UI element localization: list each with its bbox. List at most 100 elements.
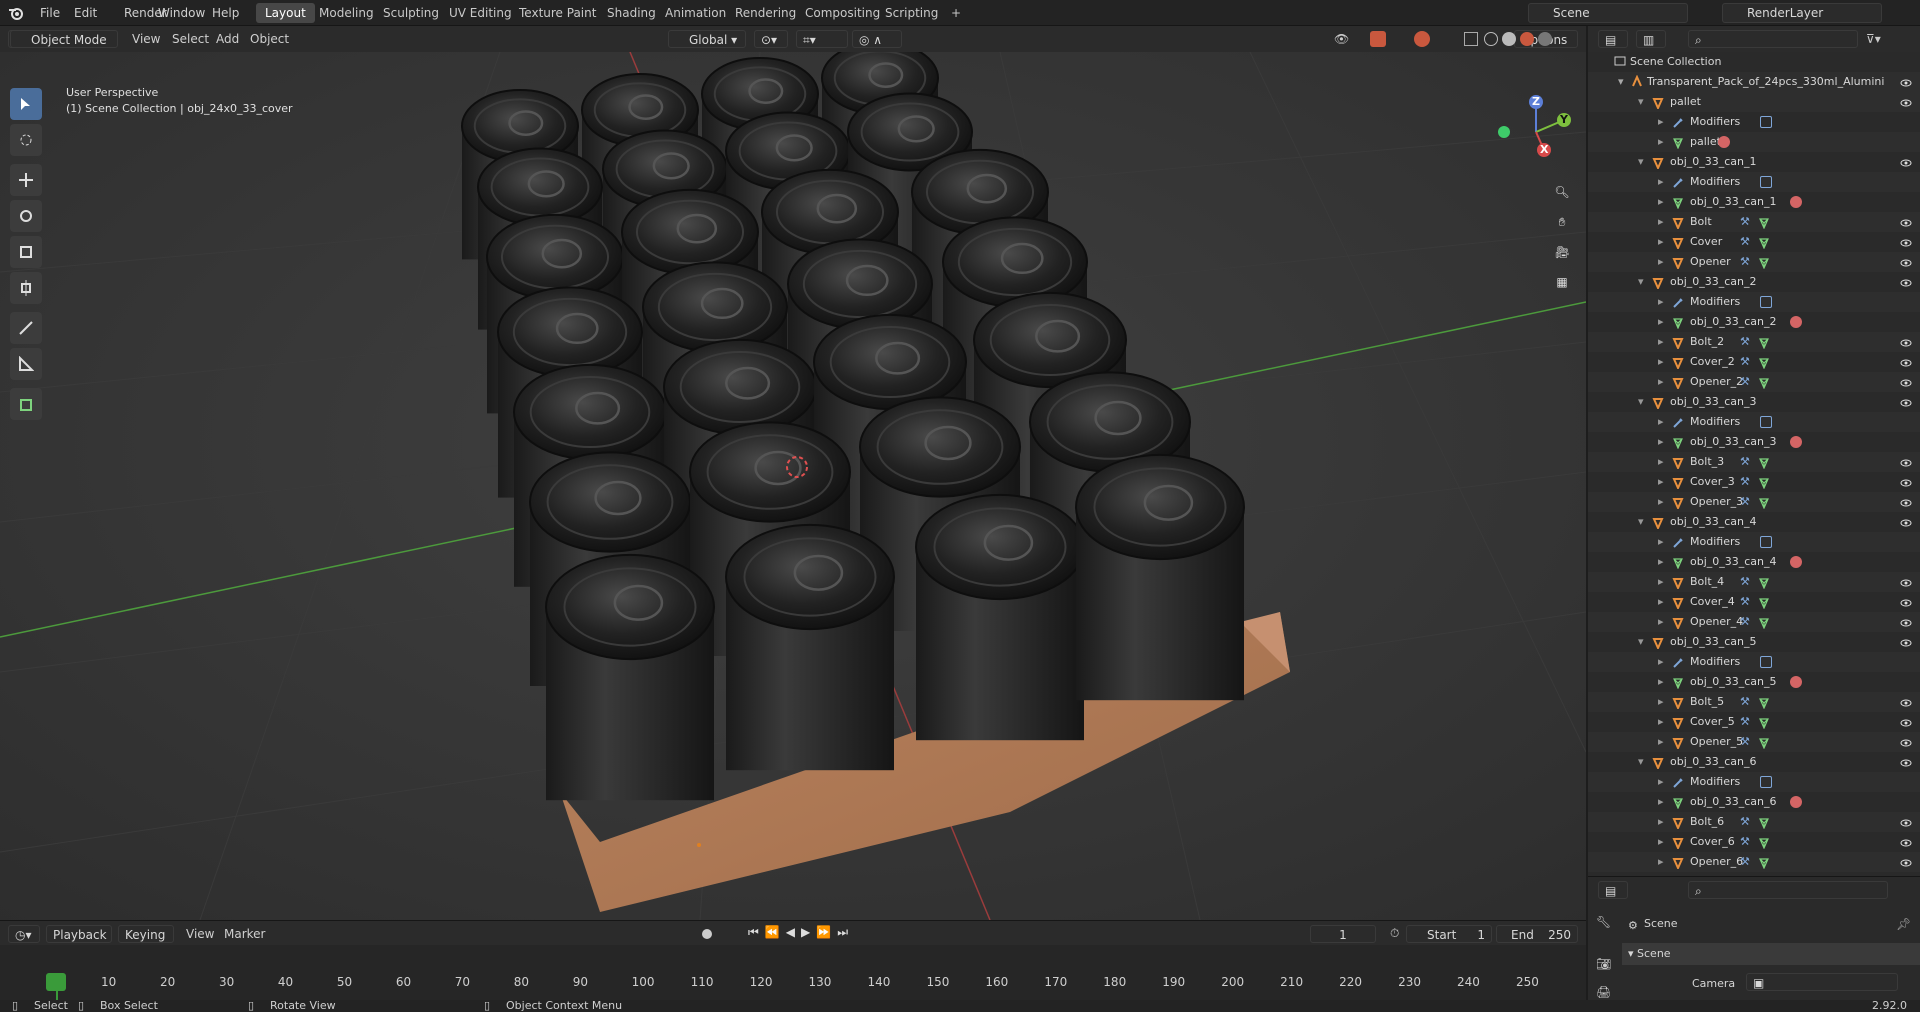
eye-icon[interactable] [1900,456,1912,468]
outliner-row[interactable]: ▸ Bolt_2 ⚒︎ [1588,332,1920,352]
outliner-row[interactable]: ▸ Modifiers [1588,412,1920,432]
outliner-row[interactable]: ▸ obj_0_33_can_2 [1588,312,1920,332]
transform-orientation-dropdown[interactable]: Global ▾ [668,30,746,48]
expand-arrow-icon[interactable]: ▸ [1658,812,1664,832]
eye-icon[interactable] [1900,216,1912,228]
prev-key-icon[interactable]: ⏪ [765,925,786,939]
timeline-ruler[interactable]: 1102030405060708090100110120130140150160… [0,945,1586,1003]
add-menu[interactable]: Add [210,30,245,48]
expand-arrow-icon[interactable]: ▸ [1658,552,1664,572]
expand-arrow-icon[interactable]: ▸ [1658,292,1664,312]
eye-icon[interactable] [1900,856,1912,868]
expand-arrow-icon[interactable]: ▸ [1658,832,1664,852]
play-icon[interactable]: ▶ [801,925,816,939]
outliner-row[interactable]: ▸ Bolt_3 ⚒︎ [1588,452,1920,472]
outliner-row[interactable]: ▸ Cover_2 ⚒︎ [1588,352,1920,372]
shading-rendered-icon[interactable] [1538,32,1552,46]
view-layer-selector[interactable]: RenderLayer [1722,3,1882,23]
eye-icon[interactable] [1900,376,1912,388]
eye-icon[interactable] [1900,596,1912,608]
navigation-gizmo[interactable]: Z Y X [1496,92,1576,172]
pin-icon[interactable]: 📌︎ [1896,917,1911,931]
outliner-row[interactable]: ▸ Cover_4 ⚒︎ [1588,592,1920,612]
outliner-row[interactable]: ▸ obj_0_33_can_4 [1588,552,1920,572]
expand-arrow-icon[interactable]: ▾ [1638,92,1644,112]
outliner-row[interactable]: ▾ obj_0_33_can_4 [1588,512,1920,532]
eye-icon[interactable] [1900,636,1912,648]
visibility-icon[interactable]: 👁 [1334,32,1350,46]
expand-arrow-icon[interactable]: ▸ [1658,692,1664,712]
expand-arrow-icon[interactable]: ▸ [1658,112,1664,132]
menu-help[interactable]: Help [206,4,245,22]
eye-icon[interactable] [1900,756,1912,768]
outliner-row[interactable]: ▸ Bolt_5 ⚒︎ [1588,692,1920,712]
outliner-row[interactable]: ▸ obj_0_33_can_1 [1588,192,1920,212]
expand-arrow-icon[interactable]: ▸ [1658,532,1664,552]
outliner-collection[interactable]: ▾ Transparent_Pack_of_24pcs_330ml_Alumin… [1588,72,1920,92]
object-mode-dropdown[interactable]: Object Mode ▾ [10,30,118,65]
shading-material-icon[interactable] [1520,32,1534,46]
expand-arrow-icon[interactable]: ▸ [1658,612,1664,632]
outliner-row[interactable]: ▸ pallet [1588,132,1920,152]
can[interactable] [545,553,715,801]
xray-toggle-icon[interactable] [1464,32,1478,46]
outliner-row[interactable]: ▸ Cover_6 ⚒︎ [1588,832,1920,852]
outliner-row[interactable]: ▸ Modifiers [1588,292,1920,312]
scale-tool-icon[interactable] [10,236,42,268]
3d-viewport[interactable]: User Perspective (1) Scene Collection | … [0,52,1586,920]
shading-solid-icon[interactable] [1502,32,1516,46]
outliner-row[interactable]: ▸ Opener_3 ⚒︎ [1588,492,1920,512]
menu-edit[interactable]: Edit [68,4,103,22]
expand-arrow-icon[interactable]: ▸ [1658,332,1664,352]
expand-arrow-icon[interactable]: ▸ [1658,472,1664,492]
outliner-row[interactable]: ▸ obj_0_33_can_3 [1588,432,1920,452]
eye-icon[interactable] [1900,236,1912,248]
scene-selector[interactable]: Scene [1528,3,1688,23]
outliner-row[interactable]: ▸ Modifiers [1588,772,1920,792]
eye-icon[interactable] [1900,276,1912,288]
expand-arrow-icon[interactable]: ▸ [1658,572,1664,592]
outliner-row[interactable]: ▸ Cover_5 ⚒︎ [1588,712,1920,732]
outliner[interactable]: Scene Collection ▾ Transparent_Pack_of_2… [1588,52,1920,876]
eye-icon[interactable] [1900,616,1912,628]
gizmo-toggle-icon[interactable] [1370,31,1386,47]
start-frame-field[interactable]: Start 1 [1406,925,1492,943]
menu-window[interactable]: Window [152,4,211,22]
expand-arrow-icon[interactable]: ▸ [1658,492,1664,512]
tool-tab-icon[interactable]: 🔧︎ [1596,915,1614,933]
expand-arrow-icon[interactable]: ▸ [1658,772,1664,792]
current-frame-field[interactable]: 1 [1310,925,1376,943]
cursor-tool-icon[interactable] [10,124,42,156]
eye-icon[interactable] [1900,336,1912,348]
eye-icon[interactable] [1900,816,1912,828]
expand-arrow-icon[interactable]: ▾ [1638,512,1644,532]
eye-icon[interactable] [1900,836,1912,848]
expand-arrow-icon[interactable]: ▸ [1658,352,1664,372]
eye-icon[interactable] [1900,696,1912,708]
scene-panel-header[interactable]: ▾ Scene [1622,943,1920,965]
outliner-search-input[interactable]: ⌕ [1688,30,1858,48]
outliner-row[interactable]: ▸ obj_0_33_can_6 [1588,792,1920,812]
zoom-icon[interactable]: 🔍︎ [1550,180,1574,204]
expand-arrow-icon[interactable]: ▸ [1658,212,1664,232]
expand-arrow-icon[interactable]: ▾ [1638,392,1644,412]
render-tab-icon[interactable]: 📷︎ [1596,957,1614,975]
pan-hand-icon[interactable]: ✋︎ [1550,210,1574,234]
play-reverse-icon[interactable]: ◀ [786,925,801,939]
eye-icon[interactable] [1900,716,1912,728]
end-frame-field[interactable]: End 250 [1496,925,1578,943]
expand-arrow-icon[interactable]: ▸ [1658,452,1664,472]
workspace-tab-sculpting[interactable]: Sculpting [374,3,448,23]
menu-file[interactable]: File [34,4,66,22]
viewport-scene[interactable] [0,52,1586,920]
outliner-row[interactable]: ▾ obj_0_33_can_2 [1588,272,1920,292]
perspective-toggle-icon[interactable]: ▦ [1550,270,1574,294]
annotate-tool-icon[interactable] [10,312,42,344]
expand-arrow-icon[interactable]: ▸ [1658,192,1664,212]
rotate-tool-icon[interactable] [10,200,42,232]
eye-icon[interactable] [1900,736,1912,748]
outliner-row[interactable]: ▸ Opener_6 ⚒︎ [1588,852,1920,872]
view-menu[interactable]: View [126,30,166,48]
expand-arrow-icon[interactable]: ▸ [1658,732,1664,752]
eye-icon[interactable] [1900,516,1912,528]
